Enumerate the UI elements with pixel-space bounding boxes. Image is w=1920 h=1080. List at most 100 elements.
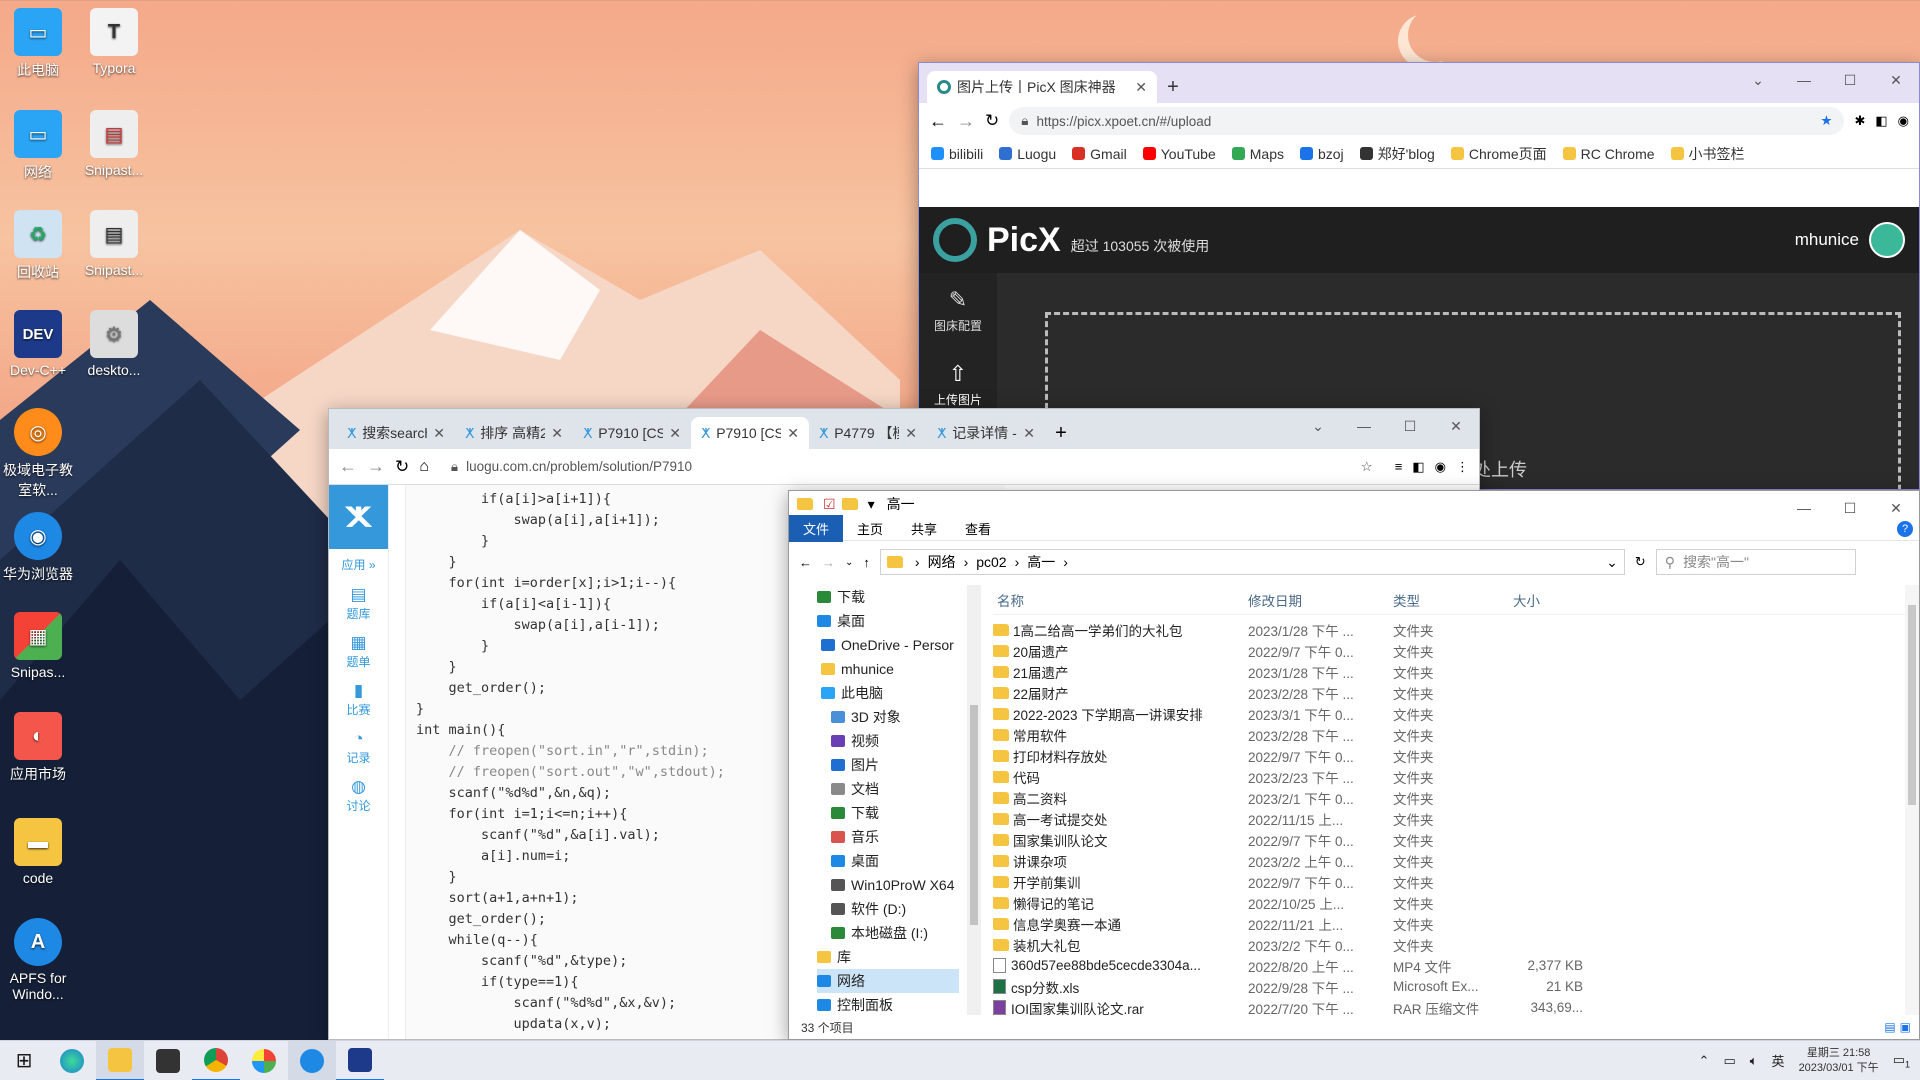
table-row[interactable]: 打印材料存放处 2022/9/7 下午 0... 文件夹 bbox=[993, 745, 1905, 766]
start-button[interactable]: ⊞ bbox=[0, 1041, 48, 1080]
extensions-icon[interactable]: ✱ bbox=[1854, 113, 1865, 129]
forward-icon[interactable]: → bbox=[957, 111, 975, 132]
nav-pane-item[interactable]: 下载 bbox=[817, 585, 959, 609]
taskbar-huawei-browser[interactable] bbox=[288, 1040, 336, 1080]
luogu-nav-item[interactable]: 应用 » bbox=[329, 549, 388, 579]
bookmark-item[interactable]: RC Chrome bbox=[1562, 146, 1655, 162]
minimize-button[interactable]: — bbox=[1781, 63, 1827, 97]
desktop-icon-desktop-ini[interactable]: ⚙ deskto... bbox=[76, 310, 152, 378]
nav-pane-item[interactable]: 文档 bbox=[817, 777, 959, 801]
reload-icon[interactable]: ↻ bbox=[395, 457, 409, 477]
close-button[interactable]: ✕ bbox=[1873, 63, 1919, 97]
sidepanel-icon[interactable]: ◧ bbox=[1412, 459, 1424, 475]
table-row[interactable]: IOI国家集训队论文.rar 2022/7/20 下午 ... RAR 压缩文件 34… bbox=[993, 997, 1905, 1015]
volume-icon[interactable]: 🔈︎ bbox=[1750, 1053, 1758, 1069]
desktop-icon-devcpp[interactable]: DEV Dev-C++ bbox=[0, 310, 76, 378]
table-row[interactable]: 高一考试提交处 2022/11/15 上... 文件夹 bbox=[993, 808, 1905, 829]
desktop-icon-code-folder[interactable]: ▬ code bbox=[0, 818, 76, 886]
column-type[interactable]: 类型 bbox=[1393, 590, 1513, 610]
nav-pane-item[interactable]: 下载 bbox=[817, 801, 959, 825]
maximize-button[interactable]: ☐ bbox=[1827, 63, 1873, 97]
luogu-tab[interactable]: ⵅP4779 【模✕ bbox=[809, 417, 927, 449]
bookmark-item[interactable]: YouTube bbox=[1142, 146, 1216, 162]
back-icon[interactable]: ← bbox=[339, 456, 357, 477]
desktop-icon-network[interactable]: ▭ 网络 bbox=[0, 110, 76, 182]
taskbar-app[interactable] bbox=[240, 1041, 288, 1080]
url-input[interactable]: 🔒︎ https://picx.xpoet.cn/#/upload ★ bbox=[1009, 107, 1845, 135]
luogu-nav-item[interactable]: ◍ 讨论 bbox=[329, 771, 388, 819]
desktop-icon-recycle-bin[interactable]: ♻ 回收站 bbox=[0, 210, 76, 282]
nav-image-bed-config[interactable]: ✎ 图床配置 bbox=[919, 273, 997, 347]
nav-pane-item[interactable]: 此电脑 bbox=[817, 681, 959, 705]
close-button[interactable]: ✕ bbox=[1873, 491, 1919, 525]
forward-icon[interactable]: → bbox=[822, 555, 835, 570]
nav-pane-item[interactable]: 音乐 bbox=[817, 825, 959, 849]
table-row[interactable]: 懒得记的笔记 2022/10/25 上... 文件夹 bbox=[993, 892, 1905, 913]
taskbar-devcpp[interactable] bbox=[336, 1041, 384, 1080]
desktop-icon-snipaste-1[interactable]: ▤ Snipast... bbox=[76, 110, 152, 178]
refresh-icon[interactable]: ↻ bbox=[1635, 554, 1646, 570]
home-icon[interactable]: ⌂ bbox=[419, 458, 429, 476]
ribbon-tab-file[interactable]: 文件 bbox=[789, 515, 844, 542]
close-tab-icon[interactable]: ✕ bbox=[669, 425, 681, 442]
nav-pane-item[interactable]: 视频 bbox=[817, 729, 959, 753]
desktop-icon-apfs[interactable]: A APFS for Windo... bbox=[0, 918, 76, 1002]
breadcrumb-pc02[interactable]: pc02 bbox=[976, 554, 1006, 570]
desktop-icon-huawei-browser[interactable]: ◉ 华为浏览器 bbox=[0, 512, 76, 584]
close-tab-icon[interactable]: ✕ bbox=[1135, 79, 1147, 96]
ribbon-tab-view[interactable]: 查看 bbox=[951, 515, 1005, 542]
tab-picx[interactable]: 图片上传丨PicX 图床神器 ✕ bbox=[927, 71, 1157, 103]
sidepanel-icon[interactable]: ◧ bbox=[1875, 113, 1887, 129]
recent-dropdown-icon[interactable]: ⌄ bbox=[845, 557, 853, 568]
breadcrumb-gaoyi[interactable]: 高一 bbox=[1027, 552, 1055, 572]
close-tab-icon[interactable]: ✕ bbox=[905, 425, 917, 442]
url-input[interactable]: 🔒︎ luogu.com.cn/problem/solution/P7910 ☆ bbox=[438, 452, 1385, 481]
table-row[interactable]: 装机大礼包 2023/2/2 下午 0... 文件夹 bbox=[993, 934, 1905, 955]
nav-pane-item[interactable]: 3D 对象 bbox=[817, 705, 959, 729]
up-icon[interactable]: ↑ bbox=[863, 555, 870, 570]
close-button[interactable]: ✕ bbox=[1433, 409, 1479, 443]
search-input[interactable]: ⚲ 搜索"高一" bbox=[1655, 549, 1856, 575]
luogu-nav-item[interactable]: ▦ 题单 bbox=[329, 627, 388, 675]
nav-pane-item[interactable]: 网络 bbox=[817, 969, 959, 993]
bookmark-star-icon[interactable]: ☆ bbox=[1361, 459, 1373, 475]
desktop-icon-this-pc[interactable]: ▭ 此电脑 bbox=[0, 8, 76, 80]
nav-pane-item[interactable]: 图片 bbox=[817, 753, 959, 777]
taskbar-edge[interactable] bbox=[48, 1041, 96, 1080]
forward-icon[interactable]: → bbox=[367, 456, 385, 477]
close-tab-icon[interactable]: ✕ bbox=[433, 425, 445, 442]
table-row[interactable]: 360d57ee88bde5cecde3304a... 2022/8/20 上午 … bbox=[993, 955, 1905, 976]
properties-icon[interactable]: ☑ bbox=[823, 496, 836, 513]
taskbar-store[interactable] bbox=[144, 1041, 192, 1080]
reload-icon[interactable]: ↻ bbox=[985, 111, 999, 131]
profile-icon[interactable]: ◉ bbox=[1435, 459, 1446, 475]
clock[interactable]: 星期三 21:58 2023/03/01 下午 bbox=[1799, 1046, 1879, 1076]
luogu-tab[interactable]: ⵅ P7910 [CS] ✕ bbox=[691, 417, 809, 449]
close-tab-icon[interactable]: ✕ bbox=[1023, 425, 1035, 442]
luogu-tab[interactable]: ⵅ 搜索search ✕ bbox=[337, 417, 455, 449]
desktop-icon-snipaste-2[interactable]: ▤ Snipast... bbox=[76, 210, 152, 278]
nav-pane-item[interactable]: OneDrive - Persor bbox=[817, 633, 959, 657]
table-row[interactable]: 常用软件 2023/2/28 下午 ... 文件夹 bbox=[993, 724, 1905, 745]
ribbon-tab-share[interactable]: 共享 bbox=[897, 515, 951, 542]
bookmark-item[interactable]: 小书签栏 bbox=[1670, 144, 1745, 164]
tray-overflow-icon[interactable]: ⌃ bbox=[1699, 1053, 1710, 1069]
table-row[interactable]: 22届财产 2023/2/28 下午 ... 文件夹 bbox=[993, 682, 1905, 703]
bookmark-item[interactable]: Maps bbox=[1231, 146, 1284, 162]
breadcrumb-network[interactable]: 网络 bbox=[928, 552, 956, 572]
close-tab-icon[interactable]: ✕ bbox=[551, 425, 563, 442]
table-row[interactable]: 21届遗产 2023/1/28 下午 ... 文件夹 bbox=[993, 661, 1905, 682]
column-name[interactable]: 名称 bbox=[993, 590, 1248, 610]
table-row[interactable]: 代码 2023/2/23 下午 ... 文件夹 bbox=[993, 766, 1905, 787]
bookmark-item[interactable]: Gmail bbox=[1072, 146, 1127, 162]
nav-pane-item[interactable]: 库 bbox=[817, 945, 959, 969]
close-tab-icon[interactable]: ✕ bbox=[787, 425, 799, 442]
avatar[interactable] bbox=[1869, 222, 1905, 258]
reading-list-icon[interactable]: ≡ bbox=[1395, 459, 1403, 474]
bookmark-item[interactable]: bzoj bbox=[1299, 146, 1344, 162]
luogu-nav-item[interactable]: ◔ 记录 bbox=[329, 723, 388, 771]
bookmark-item[interactable]: 郑好'blog bbox=[1359, 144, 1435, 164]
network-tray-icon[interactable]: ▭ bbox=[1723, 1053, 1735, 1069]
nav-pane-item[interactable]: 桌面 bbox=[817, 849, 959, 873]
table-row[interactable]: 20届遗产 2022/9/7 下午 0... 文件夹 bbox=[993, 640, 1905, 661]
